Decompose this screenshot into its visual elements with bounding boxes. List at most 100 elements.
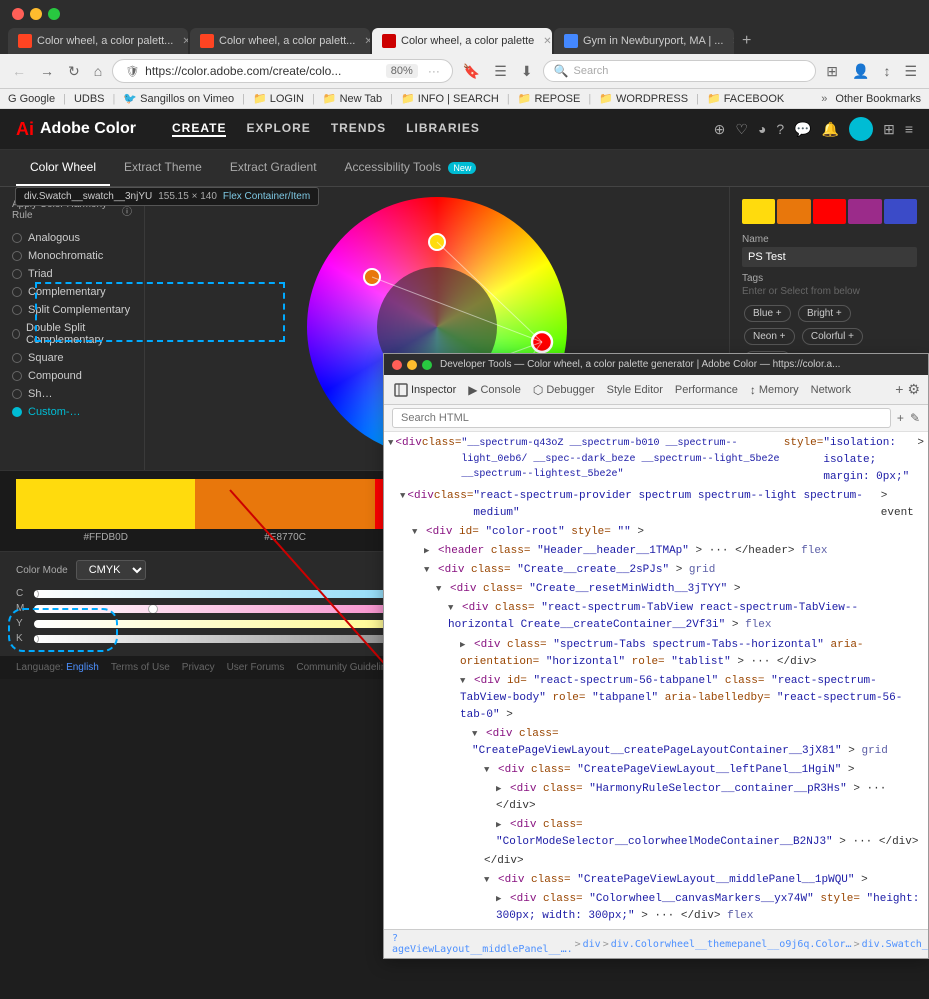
footer-community[interactable]: Community Guidelines	[296, 662, 397, 673]
swatch-1[interactable]: #FFDB0D	[16, 479, 195, 543]
tab-4-close[interactable]: ✕	[732, 36, 734, 47]
html-line-5[interactable]: ▼ <div class= "Create__create__2sPJs" > …	[384, 561, 928, 580]
tab-color-wheel[interactable]: Color Wheel	[16, 150, 110, 186]
close-button[interactable]	[12, 8, 24, 20]
html-line-4[interactable]: ▶ <header class= "Header__header__1TMAp"…	[384, 542, 928, 561]
mini-swatch-3[interactable]	[813, 199, 846, 224]
breadcrumb-themepanel[interactable]: div.Colorwheel__themepanel__o9j6q.Color…	[611, 939, 852, 950]
mini-swatch-1[interactable]	[742, 199, 775, 224]
nav-explore[interactable]: EXPLORE	[246, 121, 310, 137]
reload-button[interactable]: ↻	[64, 61, 84, 82]
bookmarks-icon[interactable]: 🔖	[459, 61, 484, 82]
bookmark-google[interactable]: G Google	[8, 93, 55, 105]
harmony-custom[interactable]: Custom-…	[12, 403, 132, 421]
menu-more-icon[interactable]: ≡	[905, 121, 913, 137]
grid-icon[interactable]: ⊞	[883, 121, 895, 138]
user-avatar[interactable]	[849, 117, 873, 141]
bookmark-newtab[interactable]: 📁 New Tab	[323, 92, 382, 105]
heart-icon[interactable]: ♡	[735, 121, 748, 138]
breadcrumb-div[interactable]: div	[583, 939, 601, 950]
html-line-13[interactable]: ▶ <div class= "ColorModeSelector__colorw…	[384, 816, 928, 852]
bookmark-repose[interactable]: 📁 REPOSE	[518, 92, 581, 105]
tag-bright[interactable]: Bright +	[798, 305, 851, 322]
html-line-9[interactable]: ▼ <div id= "react-spectrum-56-tabpanel" …	[384, 672, 928, 725]
extensions-icon[interactable]: ⊞	[822, 61, 842, 82]
bookmark-udbs[interactable]: UDBS	[74, 93, 105, 105]
mini-swatch-2[interactable]	[777, 199, 810, 224]
devtools-style-editor-tab[interactable]: Style Editor	[601, 379, 669, 401]
html-line-3[interactable]: ▼ <div id= "color-root" style= "" >	[384, 523, 928, 542]
bookmarks-overflow[interactable]: »	[821, 93, 827, 105]
tab-extract-theme[interactable]: Extract Theme	[110, 150, 216, 186]
harmony-compound[interactable]: Compound	[12, 367, 132, 385]
profile-icon[interactable]: 👤	[848, 61, 873, 82]
color-icon[interactable]: ◕	[758, 121, 766, 137]
devtools-settings-btn[interactable]: ⚙	[907, 381, 920, 398]
color-mode-select[interactable]: CMYK RGB HSL LAB	[76, 560, 146, 580]
devtools-edit-btn[interactable]: ✎	[910, 411, 920, 425]
footer-user-forums[interactable]: User Forums	[227, 662, 285, 673]
minimize-button[interactable]	[30, 8, 42, 20]
html-line-6[interactable]: ▼ <div class= "Create__resetMinWidth__3j…	[384, 580, 928, 599]
devtools-console-tab[interactable]: ▶ Console	[462, 378, 527, 402]
html-line-2[interactable]: ▼ <div class= "react-spectrum-provider s…	[384, 487, 928, 523]
devtools-memory-tab[interactable]: ↕ Memory	[744, 378, 805, 402]
breadcrumb-middle-panel[interactable]: ?ageViewLayout__middlePanel__….	[392, 933, 573, 955]
maximize-button[interactable]	[48, 8, 60, 20]
bookmark-login[interactable]: 📁 LOGIN	[253, 92, 304, 105]
nav-libraries[interactable]: LIBRARIES	[406, 121, 480, 137]
tab-3-close[interactable]: ✕	[543, 36, 551, 47]
forward-button[interactable]: →	[36, 61, 58, 81]
browser-tab-2[interactable]: Color wheel, a color palett... ✕	[190, 28, 370, 54]
footer-privacy[interactable]: Privacy	[182, 662, 215, 673]
devtools-inspector-btn[interactable]: Inspector	[388, 378, 462, 402]
other-bookmarks[interactable]: Other Bookmarks	[835, 93, 921, 105]
browser-tab-1[interactable]: Color wheel, a color palett... ✕	[8, 28, 188, 54]
nav-create[interactable]: CREATE	[172, 121, 226, 137]
new-tab-button[interactable]: +	[736, 32, 757, 50]
html-line-8[interactable]: ▶ <div class= "spectrum-Tabs spectrum-Ta…	[384, 636, 928, 672]
tab-accessibility[interactable]: Accessibility Tools New	[331, 150, 491, 186]
share-icon[interactable]: ⊕	[714, 121, 726, 138]
html-line-14[interactable]: </div>	[384, 852, 928, 871]
tab-extract-gradient[interactable]: Extract Gradient	[216, 150, 331, 186]
harmony-analogous[interactable]: Analogous	[12, 229, 132, 247]
more-options-icon[interactable]: ···	[428, 64, 440, 78]
harmony-split-comp[interactable]: Split Complementary	[12, 301, 132, 319]
mini-swatch-5[interactable]	[884, 199, 917, 224]
html-line-16[interactable]: ▶ <div class= "Colorwheel__canvasMarkers…	[384, 890, 928, 926]
breadcrumb-swatch[interactable]: div.Swatch__swatch__3njYU	[862, 939, 928, 950]
url-field[interactable]: 🛡 https://color.adobe.com/create/colo...…	[112, 59, 453, 83]
devtools-performance-tab[interactable]: Performance	[669, 379, 744, 401]
tag-colorful[interactable]: Colorful +	[802, 328, 863, 345]
chat-icon[interactable]: 💬	[794, 121, 811, 138]
browser-tab-3[interactable]: Color wheel, a color palette ✕	[372, 28, 552, 54]
footer-terms[interactable]: Terms of Use	[111, 662, 170, 673]
swatch-2[interactable]: #E8770C	[195, 479, 374, 543]
nav-trends[interactable]: TRENDS	[331, 121, 386, 137]
html-line-15[interactable]: ▼ <div class= "CreatePageViewLayout__mid…	[384, 871, 928, 890]
back-button[interactable]: ←	[8, 61, 30, 81]
html-line-11[interactable]: ▼ <div class= "CreatePageViewLayout__lef…	[384, 761, 928, 780]
html-search-input[interactable]	[392, 408, 891, 428]
devtools-max-btn[interactable]	[422, 360, 432, 370]
tab-2-close[interactable]: ✕	[364, 36, 370, 47]
download-icon[interactable]: ⬇	[517, 61, 537, 82]
browser-tab-4[interactable]: Gym in Newburyport, MA | ... ✕	[554, 28, 734, 54]
sync-icon[interactable]: ↕	[879, 61, 894, 81]
devtools-network-tab[interactable]: Network	[805, 379, 857, 401]
reader-view-icon[interactable]: ☰	[490, 61, 511, 82]
html-line-12[interactable]: ▶ <div class= "HarmonyRuleSelector__cont…	[384, 780, 928, 816]
html-line-1[interactable]: ▼ <div class= "__spectrum-q43oZ __spectr…	[384, 434, 928, 487]
devtools-debugger-tab[interactable]: ⬡ Debugger	[527, 378, 601, 402]
harmony-shades[interactable]: Sh…	[12, 385, 132, 403]
bell-icon[interactable]: 🔔	[822, 121, 839, 138]
devtools-close-btn[interactable]	[392, 360, 402, 370]
tag-neon[interactable]: Neon +	[744, 328, 795, 345]
harmony-square[interactable]: Square	[12, 349, 132, 367]
search-field[interactable]: 🔍 Search	[543, 60, 817, 82]
tab-1-close[interactable]: ✕	[182, 36, 188, 47]
devtools-min-btn[interactable]	[407, 360, 417, 370]
palette-name-input[interactable]	[742, 247, 917, 267]
bookmark-wordpress[interactable]: 📁 WORDPRESS	[599, 92, 688, 105]
